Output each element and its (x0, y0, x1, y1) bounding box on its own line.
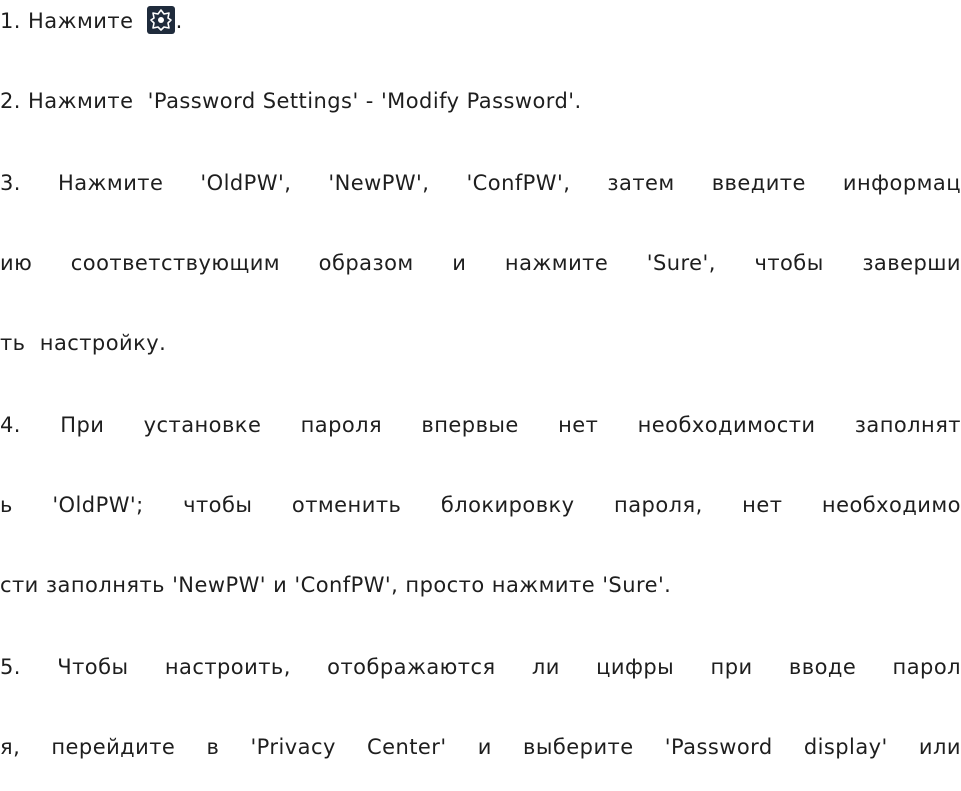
instruction-document: 1. Нажмите . 2. Нажмите 'Password Settin… (0, 0, 961, 791)
step-3-line-1: 3. Нажмите 'OldPW', 'NewPW', 'ConfPW', з… (0, 171, 961, 195)
step-4-line-1: 4. При установке пароля впервые нет необ… (0, 413, 961, 437)
step-5-line-2: я, перейдите в 'Privacy Center' и выбери… (0, 735, 961, 759)
step-1-text-after: . (175, 9, 183, 33)
step-4-line-3: сти заполнять 'NewPW' и 'ConfPW', просто… (0, 573, 672, 597)
gear-icon (146, 6, 175, 34)
step-5-line-1: 5. Чтобы настроить, отображаются ли цифр… (0, 655, 961, 679)
step-4-line-2: ь 'OldPW'; чтобы отменить блокировку пар… (0, 493, 961, 517)
step-3-line-2: ию соответствующим образом и нажмите 'Su… (0, 251, 961, 275)
step-3-line-3: ть настройку. (0, 331, 167, 355)
step-1-text-before: 1. Нажмите (0, 9, 141, 33)
step-1-line-1: 1. Нажмите . (0, 6, 961, 36)
step-2-line-1: 2. Нажмите 'Password Settings' - 'Modify… (0, 89, 582, 113)
